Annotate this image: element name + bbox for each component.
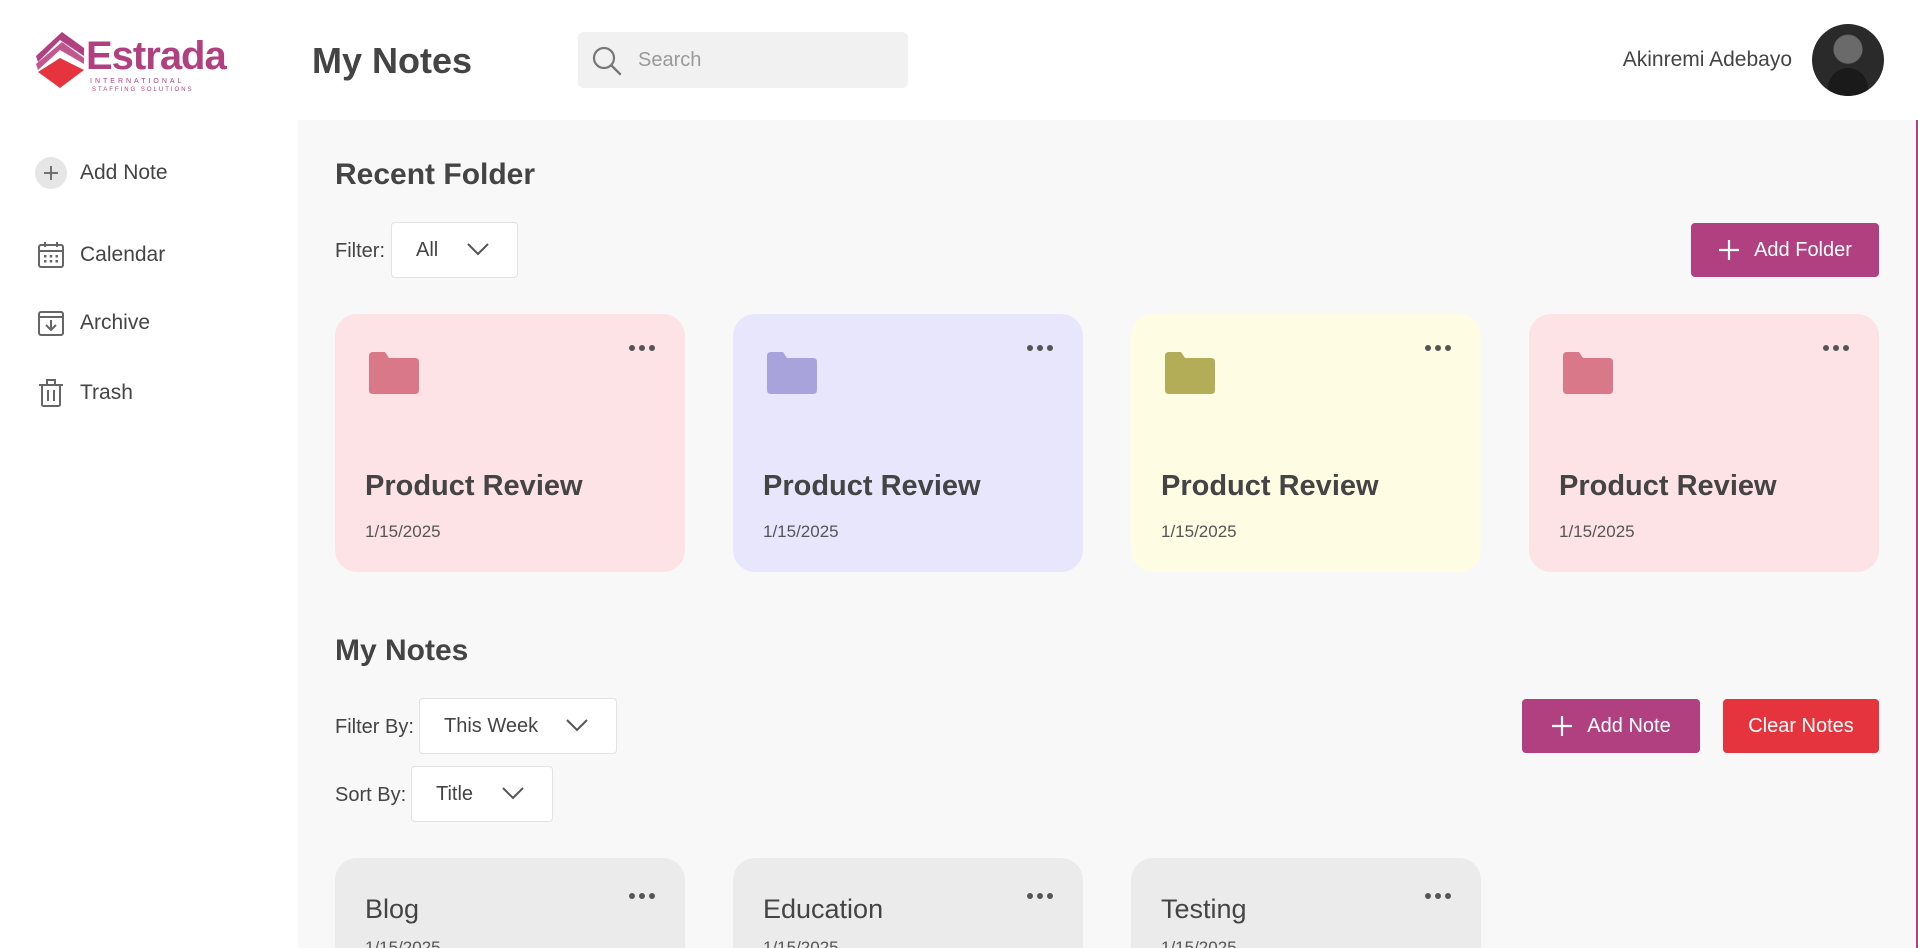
folder-icon: [369, 352, 419, 394]
archive-icon: [34, 306, 68, 340]
my-notes-title: My Notes: [335, 634, 469, 667]
top-header: Estrada INTERNATIONAL STAFFING SOLUTIONS…: [0, 0, 1918, 120]
estrada-logo[interactable]: Estrada INTERNATIONAL STAFFING SOLUTIONS: [32, 26, 227, 93]
note-card[interactable]: Testing 1/15/2025: [1131, 858, 1481, 948]
trash-icon: [34, 376, 68, 410]
folder-card[interactable]: Product Review 1/15/2025: [1529, 314, 1879, 572]
avatar[interactable]: [1812, 24, 1884, 96]
sidebar-item-archive[interactable]: Archive: [34, 306, 150, 340]
plus-circle-icon: [34, 156, 68, 190]
more-options-icon[interactable]: [1425, 892, 1451, 900]
sidebar-item-add-note[interactable]: Add Note: [34, 156, 168, 190]
recent-folder-title: Recent Folder: [335, 158, 536, 191]
notes-filter-dropdown[interactable]: This Week: [419, 698, 617, 754]
folder-title: Product Review: [763, 470, 981, 502]
note-title: Blog: [365, 894, 420, 924]
sidebar-item-calendar[interactable]: Calendar: [34, 238, 165, 272]
note-date: 1/15/2025: [763, 938, 839, 948]
note-date: 1/15/2025: [1161, 938, 1237, 948]
notes-sort-value: Title: [436, 782, 474, 805]
sidebar-item-trash[interactable]: Trash: [34, 376, 133, 410]
folder-title: Product Review: [1161, 470, 1379, 502]
note-card[interactable]: Education 1/15/2025: [733, 858, 1083, 948]
note-title: Testing: [1161, 894, 1247, 924]
more-options-icon[interactable]: [1027, 344, 1053, 352]
notes-filter-label: Filter By:: [335, 716, 414, 738]
add-folder-button[interactable]: Add Folder: [1691, 223, 1879, 277]
folder-icon: [767, 352, 817, 394]
note-date: 1/15/2025: [365, 938, 441, 948]
logo-tagline-2: STAFFING SOLUTIONS: [92, 87, 194, 93]
sidebar-item-label: Add Note: [80, 161, 168, 184]
search-icon: [592, 46, 622, 76]
folder-icon: [1165, 352, 1215, 394]
more-options-icon[interactable]: [1027, 892, 1053, 900]
add-note-label: Add Note: [1587, 714, 1671, 737]
sidebar-item-label: Trash: [80, 381, 133, 404]
folder-filter-value: All: [416, 238, 439, 261]
add-folder-label: Add Folder: [1754, 238, 1852, 261]
folder-date: 1/15/2025: [763, 522, 839, 541]
page-title: My Notes: [312, 40, 473, 81]
folder-date: 1/15/2025: [1559, 522, 1635, 541]
folder-title: Product Review: [365, 470, 583, 502]
more-options-icon[interactable]: [629, 344, 655, 352]
logo-mark-icon: [36, 32, 84, 88]
folder-filter-label: Filter:: [335, 240, 385, 262]
folder-card[interactable]: Product Review 1/15/2025: [733, 314, 1083, 572]
chevron-down-icon: [502, 787, 524, 800]
clear-notes-button[interactable]: Clear Notes: [1723, 699, 1879, 753]
search-input[interactable]: [638, 32, 898, 88]
notes-sort-label: Sort By:: [335, 784, 407, 806]
more-options-icon[interactable]: [1425, 344, 1451, 352]
notes-sort-dropdown[interactable]: Title: [411, 766, 553, 822]
logo-wordmark: Estrada: [86, 34, 227, 78]
plus-icon: [1718, 239, 1740, 261]
folder-date: 1/15/2025: [1161, 522, 1237, 541]
plus-icon: [1551, 715, 1573, 737]
logo-tagline: INTERNATIONAL: [90, 78, 185, 85]
notes-filter-value: This Week: [444, 714, 539, 737]
sidebar-item-label: Archive: [80, 311, 151, 334]
user-name[interactable]: Akinremi Adebayo: [1623, 48, 1792, 72]
note-title: Education: [763, 894, 884, 924]
sidebar-item-label: Calendar: [80, 243, 166, 266]
note-card[interactable]: Blog 1/15/2025: [335, 858, 685, 948]
add-note-button[interactable]: Add Note: [1522, 699, 1700, 753]
folder-card[interactable]: Product Review 1/15/2025: [1131, 314, 1481, 572]
chevron-down-icon: [467, 243, 489, 256]
main-content: Recent Folder Filter: All Add Folder Pro…: [298, 120, 1918, 948]
calendar-icon: [34, 238, 68, 272]
search-box[interactable]: [578, 32, 908, 88]
folder-date: 1/15/2025: [365, 522, 441, 541]
more-options-icon[interactable]: [629, 892, 655, 900]
folder-filter-dropdown[interactable]: All: [391, 222, 518, 278]
more-options-icon[interactable]: [1823, 344, 1849, 352]
folder-title: Product Review: [1559, 470, 1777, 502]
folder-card[interactable]: Product Review 1/15/2025: [335, 314, 685, 572]
clear-notes-label: Clear Notes: [1748, 714, 1854, 737]
folder-icon: [1563, 352, 1613, 394]
sidebar: Add Note Calendar Archive Trash: [0, 120, 298, 948]
chevron-down-icon: [566, 719, 588, 732]
